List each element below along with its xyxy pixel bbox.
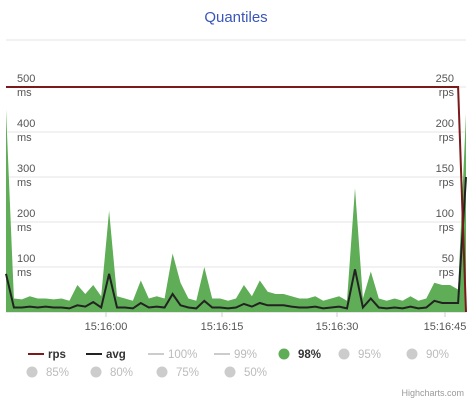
legend-label: 75% — [176, 367, 199, 379]
legend-item-100pct[interactable]: 100% — [148, 349, 197, 361]
grid — [6, 39, 466, 313]
legend-dot-symbol — [338, 348, 350, 360]
y-right-tick-label: 250 — [436, 73, 454, 85]
legend-item-avg[interactable]: avg — [86, 349, 126, 361]
legend-label: rps — [48, 349, 66, 361]
x-tick-label: 15:16:00 — [85, 321, 128, 333]
y-right-tick-unit: rps — [439, 87, 455, 99]
x-tick-label: 15:16:30 — [316, 321, 359, 333]
series-line-avg[interactable] — [5, 176, 467, 310]
y-right-tick-unit: rps — [439, 222, 455, 234]
legend: rps avg 100% 99% 98% 95% 90% 85% 80% 75% 50% — [26, 348, 450, 380]
legend-dot-symbol — [278, 348, 290, 360]
legend-item-50pct[interactable]: 50% — [224, 366, 268, 380]
legend-label: 85% — [46, 367, 69, 379]
legend-dot-symbol — [156, 366, 168, 378]
quantiles-chart: Quantiles 100 ms 200 ms 300 ms 400 ms 500 ms 50 rp… — [5, 9, 467, 398]
credits-link[interactable]: Highcharts.com — [401, 388, 464, 398]
legend-label: 99% — [234, 349, 257, 361]
y-left-tick-unit: ms — [17, 222, 32, 234]
legend-item-75pct[interactable]: 75% — [156, 366, 200, 380]
y-right-tick-label: 150 — [436, 163, 454, 175]
series-line-rps[interactable] — [6, 86, 467, 313]
y-left-tick-label: 300 — [17, 163, 35, 175]
y-left-tick-unit: ms — [17, 132, 32, 144]
legend-item-99pct[interactable]: 99% — [214, 349, 257, 361]
legend-dot-symbol — [90, 366, 102, 378]
y-left-tick-unit: ms — [17, 87, 32, 99]
series-area-98[interactable] — [6, 109, 466, 313]
legend-label: avg — [106, 349, 126, 361]
y-left-tick-unit: ms — [17, 267, 32, 279]
y-right-tick-unit: rps — [439, 132, 455, 144]
legend-label: 100% — [168, 349, 197, 361]
x-tick-label: 15:16:15 — [201, 321, 244, 333]
legend-dot-symbol — [406, 348, 418, 360]
y-right-tick-label: 100 — [436, 208, 454, 220]
y-left-tick-label: 200 — [17, 208, 35, 220]
legend-item-rps[interactable]: rps — [28, 349, 66, 361]
y-left-tick-label: 400 — [17, 118, 35, 130]
legend-dot-symbol — [26, 366, 38, 378]
legend-label: 95% — [358, 349, 381, 361]
x-tick-label: 15:16:45 — [424, 321, 467, 333]
y-right-tick-unit: rps — [439, 267, 455, 279]
legend-item-95pct[interactable]: 95% — [338, 348, 382, 362]
y-axis-left: 100 ms 200 ms 300 ms 400 ms 500 ms — [17, 73, 35, 279]
x-axis: 15:16:00 15:16:15 15:16:30 15:16:45 — [85, 312, 467, 333]
y-left-tick-label: 500 — [17, 73, 35, 85]
y-right-tick-unit: rps — [439, 177, 455, 189]
chart-title: Quantiles — [204, 9, 267, 26]
legend-label: 98% — [298, 349, 321, 361]
legend-item-90pct[interactable]: 90% — [406, 348, 450, 362]
legend-label: 80% — [110, 367, 133, 379]
legend-item-98pct[interactable]: 98% — [278, 348, 322, 362]
y-left-tick-label: 100 — [17, 253, 35, 265]
legend-label: 90% — [426, 349, 449, 361]
legend-item-80pct[interactable]: 80% — [90, 366, 134, 380]
y-axis-right: 50 rps 100 rps 150 rps 200 rps 250 rps — [436, 73, 455, 279]
legend-dot-symbol — [224, 366, 236, 378]
legend-label: 50% — [244, 367, 267, 379]
legend-item-85pct[interactable]: 85% — [26, 366, 70, 380]
y-right-tick-label: 50 — [442, 253, 454, 265]
y-left-tick-unit: ms — [17, 177, 32, 189]
y-right-tick-label: 200 — [436, 118, 454, 130]
plot-area — [5, 86, 467, 313]
